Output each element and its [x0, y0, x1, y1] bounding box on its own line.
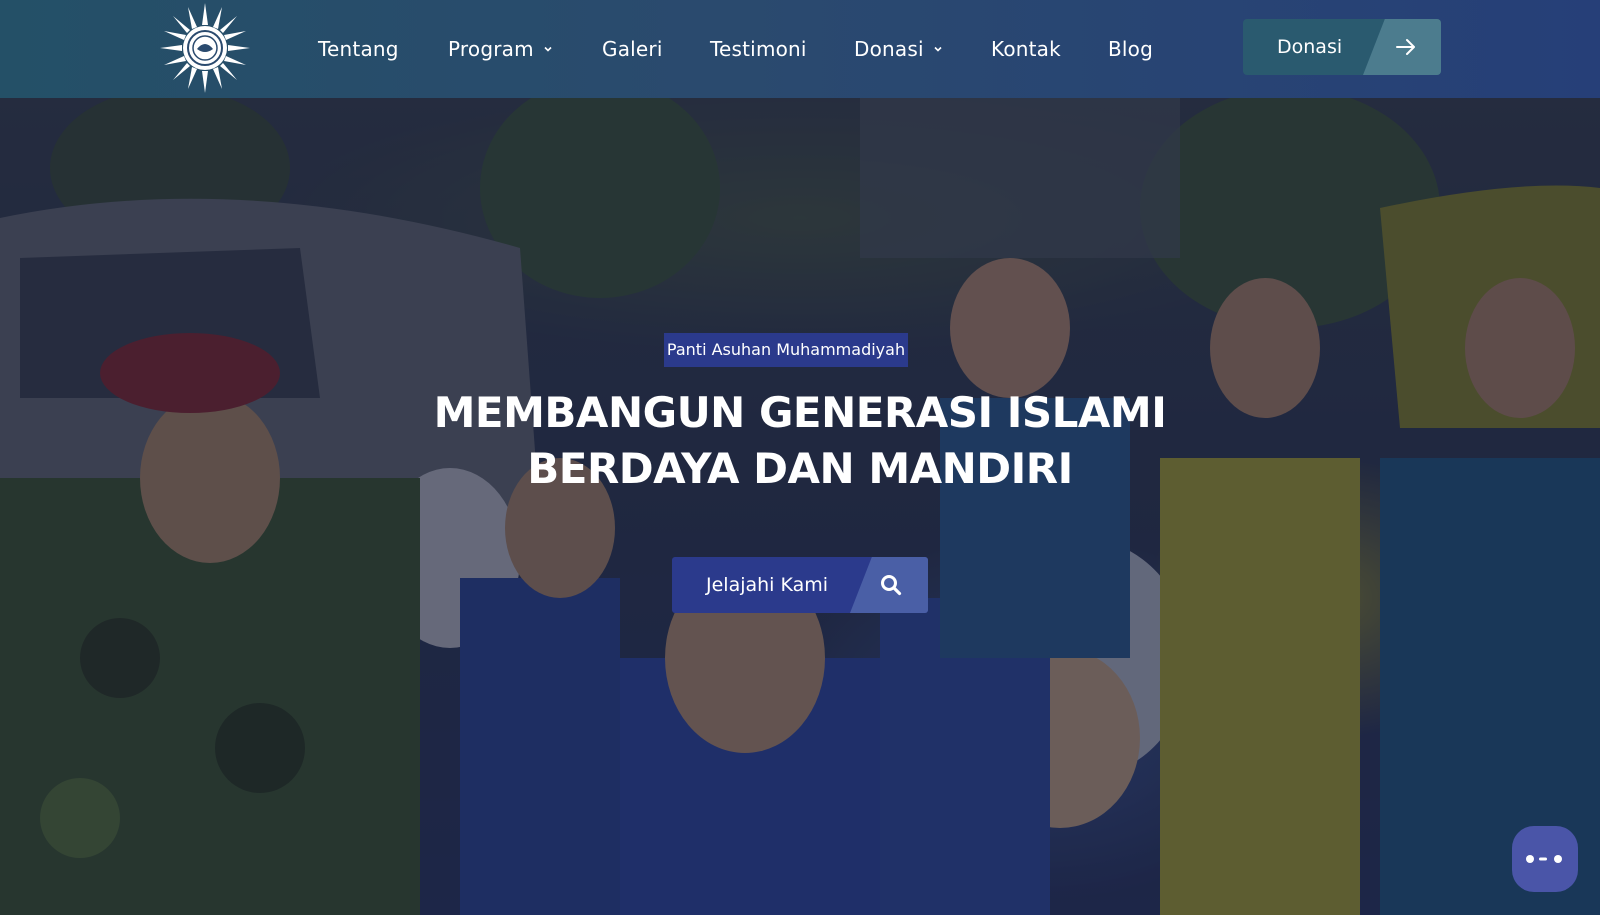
- nav-label: Donasi: [854, 37, 924, 61]
- nav-item-testimoni[interactable]: Testimoni: [710, 0, 807, 98]
- donate-button[interactable]: Donasi: [1243, 19, 1441, 75]
- nav-label: Kontak: [991, 37, 1061, 61]
- nav-item-kontak[interactable]: Kontak: [991, 0, 1061, 98]
- arrow-right-icon: [1396, 39, 1415, 55]
- hero-overlay: [0, 98, 1600, 915]
- nav-item-donasi[interactable]: Donasi: [854, 0, 943, 98]
- site-header: Tentang Program Galeri Testimoni Donasi …: [0, 0, 1600, 98]
- nav-label: Testimoni: [710, 37, 807, 61]
- chevron-down-icon: [544, 46, 552, 52]
- nav-item-program[interactable]: Program: [448, 0, 553, 98]
- chat-widget-button[interactable]: [1512, 826, 1578, 892]
- explore-button-label: Jelajahi Kami: [706, 574, 829, 596]
- nav-item-galeri[interactable]: Galeri: [602, 0, 663, 98]
- nav-label: Blog: [1108, 37, 1154, 61]
- nav-item-blog[interactable]: Blog: [1108, 0, 1153, 98]
- explore-button[interactable]: Jelajahi Kami: [672, 557, 928, 613]
- nav-label: Galeri: [602, 37, 663, 61]
- nav-label: Tentang: [318, 37, 399, 61]
- search-icon: [881, 575, 902, 596]
- hero-tag: Panti Asuhan Muhammadiyah: [664, 333, 908, 367]
- nav-item-tentang[interactable]: Tentang: [318, 0, 399, 98]
- hero-headline-line1: MEMBANGUN GENERASI ISLAMI: [433, 388, 1167, 437]
- nav-label: Program: [448, 37, 534, 61]
- donate-button-label: Donasi: [1277, 36, 1343, 58]
- chevron-down-icon: [934, 46, 942, 52]
- hero-headline: MEMBANGUN GENERASI ISLAMI BERDAYA DAN MA…: [350, 385, 1250, 497]
- hero-section: Panti Asuhan Muhammadiyah MEMBANGUN GENE…: [0, 98, 1600, 915]
- chat-bubble-dots-icon: [1526, 855, 1562, 863]
- hero-headline-line2: BERDAYA DAN MANDIRI: [527, 444, 1073, 493]
